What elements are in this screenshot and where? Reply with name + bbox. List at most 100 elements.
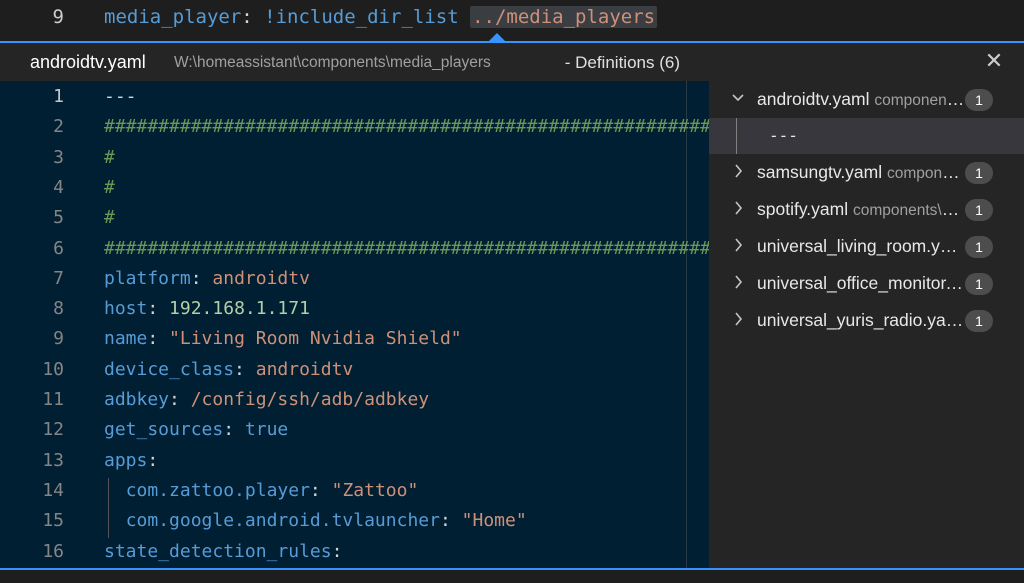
yaml-key: host	[104, 298, 148, 320]
code-line[interactable]: 9 name: "Living Room Nvidia Shield"	[0, 324, 709, 354]
code-line[interactable]: 13 apps:	[0, 446, 709, 476]
line-number: 6	[53, 237, 64, 259]
yaml-key: get_sources	[104, 419, 224, 441]
line-number: 15	[42, 510, 64, 532]
yaml-value: "Living Room Nvidia Shield"	[169, 328, 462, 350]
line-number: 2	[53, 116, 64, 138]
line-number: 11	[42, 389, 64, 410]
code-text: device_class: androidtv	[104, 359, 353, 380]
match-count-badge: 1	[965, 199, 993, 221]
yaml-colon: :	[147, 298, 170, 320]
reference-file-name: spotify.yaml	[757, 199, 849, 219]
reference-file-item[interactable]: spotify.yaml components\media_players1	[709, 192, 1024, 228]
include-path-highlight[interactable]: ../media_players	[470, 6, 658, 28]
code-line[interactable]: 6 #######################################…	[0, 234, 709, 264]
reference-file-item[interactable]: universal_yuris_radio.yaml components\me…	[709, 303, 1024, 339]
chevron-right-icon[interactable]	[731, 161, 745, 181]
close-icon[interactable]: ✕	[982, 49, 1006, 73]
code-text: state_detection_rules:	[104, 541, 342, 562]
peek-editor[interactable]: 1 --- 2 ###################################…	[0, 81, 709, 568]
chevron-right-icon[interactable]	[731, 198, 745, 218]
line-number: 13	[42, 449, 64, 471]
yaml-value: androidtv	[255, 358, 354, 380]
reference-file-item[interactable]: universal_living_room.yaml components\me…	[709, 229, 1024, 265]
code-line[interactable]: 7 platform: androidtv	[0, 264, 709, 294]
yaml-value: "Zattoo"	[331, 479, 419, 501]
code-text: ########################################…	[104, 238, 709, 259]
yaml-value: androidtv	[212, 267, 310, 289]
code-line[interactable]: 4 #	[0, 173, 709, 203]
code-text[interactable]: media_player: !include_dir_list ../media…	[104, 6, 658, 28]
chevron-right-icon[interactable]	[731, 235, 745, 255]
yaml-colon: :	[241, 6, 265, 28]
yaml-comment: #	[104, 207, 115, 229]
code-text: platform: androidtv	[104, 268, 310, 289]
code-text: #	[104, 147, 115, 168]
yaml-value: true	[244, 419, 289, 441]
editor-line-9[interactable]: 9 media_player: !include_dir_list ../med…	[0, 0, 1024, 40]
reference-file-label: universal_yuris_radio.yaml components\me…	[757, 310, 965, 331]
peek-file-name[interactable]: androidtv.yaml	[30, 52, 146, 73]
code-text: apps:	[104, 450, 158, 471]
match-count-badge: 1	[965, 310, 993, 332]
reference-match-item[interactable]: ---	[709, 118, 1024, 154]
reference-file-label: universal_office_monitor.yaml components…	[757, 273, 965, 294]
code-text: #	[104, 207, 115, 228]
peek-header: androidtv.yaml W:\homeassistant\componen…	[0, 41, 1024, 81]
yaml-key: device_class	[104, 358, 235, 380]
yaml-colon: :	[147, 328, 170, 350]
reference-file-path: components\media_players	[874, 92, 965, 109]
code-line[interactable]: 12 get_sources: true	[0, 415, 709, 445]
code-text: com.zattoo.player: "Zattoo"	[104, 479, 419, 501]
editor-below	[0, 570, 1024, 583]
reference-file-item[interactable]: androidtv.yaml components\media_players1	[709, 82, 1024, 118]
code-line[interactable]: 8 host: 192.168.1.171	[0, 294, 709, 324]
line-number: 14	[42, 479, 64, 501]
yaml-colon: :	[234, 358, 256, 380]
yaml-key: name	[104, 328, 148, 350]
yaml-colon: :	[309, 479, 332, 501]
yaml-comment: ########################################…	[104, 116, 709, 138]
definitions-count: - Definitions (6)	[560, 53, 680, 72]
reference-file-name: samsungtv.yaml	[757, 162, 883, 182]
code-line[interactable]: 2 #######################################…	[0, 112, 709, 142]
line-number: 3	[53, 146, 64, 168]
yaml-key: apps	[104, 449, 148, 471]
match-count-badge: 1	[965, 273, 993, 295]
reference-file-item[interactable]: universal_office_monitor.yaml components…	[709, 266, 1024, 302]
reference-file-name: universal_yuris_radio.yaml	[757, 310, 965, 330]
yaml-colon: :	[439, 510, 462, 532]
reference-file-label: universal_living_room.yaml components\me…	[757, 236, 965, 257]
reference-file-item[interactable]: samsungtv.yaml components\media_players1	[709, 155, 1024, 191]
code-text: get_sources: true	[104, 419, 288, 440]
reference-file-label: androidtv.yaml components\media_players	[757, 89, 965, 110]
indent-guide	[108, 478, 109, 538]
reference-file-name: androidtv.yaml	[757, 89, 870, 109]
yaml-comment: ########################################…	[104, 237, 709, 259]
references-tree[interactable]: androidtv.yaml components\media_players1…	[709, 81, 1024, 568]
code-line[interactable]: 14 com.zattoo.player: "Zattoo"	[0, 476, 709, 506]
chevron-down-icon[interactable]	[731, 88, 745, 108]
yaml-key: adbkey	[104, 389, 170, 410]
reference-file-name: universal_living_room.yaml	[757, 236, 965, 256]
yaml-key: state_detection_rules	[104, 540, 332, 562]
yaml-space	[459, 6, 470, 28]
code-line[interactable]: 11 adbkey: /config/ssh/adb/adbkey	[0, 385, 709, 415]
yaml-comment: #	[104, 176, 115, 198]
line-number: 9	[52, 6, 64, 28]
yaml-key: com.google.android.tvlauncher	[125, 510, 440, 532]
peek-pointer-caret	[489, 33, 505, 41]
code-line[interactable]: 15 com.google.android.tvlauncher: "Home"	[0, 506, 709, 536]
chevron-right-icon[interactable]	[731, 309, 745, 329]
code-line[interactable]: 5 #	[0, 203, 709, 233]
code-line[interactable]: 3 #	[0, 143, 709, 173]
code-line[interactable]: 1 ---	[0, 82, 709, 112]
code-line[interactable]: 10 device_class: androidtv	[0, 355, 709, 385]
code-line[interactable]: 16 state_detection_rules:	[0, 537, 709, 567]
match-count-badge: 1	[965, 162, 993, 184]
line-number: 8	[53, 298, 64, 320]
yaml-colon: :	[169, 389, 191, 410]
yaml-colon: :	[331, 540, 343, 562]
chevron-right-icon[interactable]	[731, 272, 745, 292]
code-text: ########################################…	[104, 116, 709, 137]
